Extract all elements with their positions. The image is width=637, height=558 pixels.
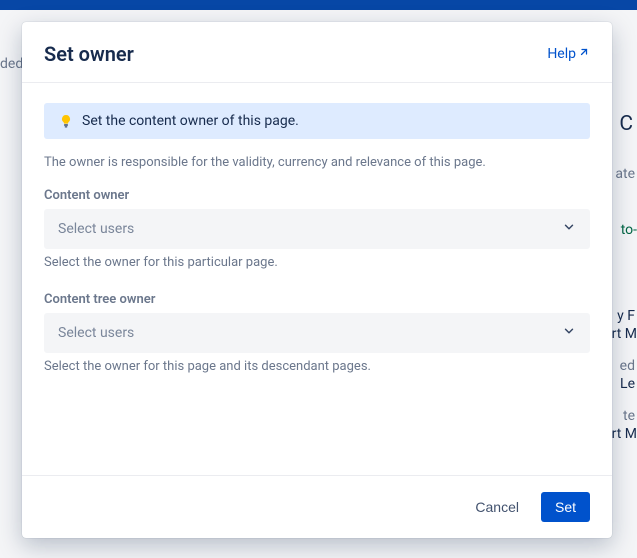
content-owner-help: Select the owner for this particular pag… — [44, 255, 590, 270]
app-top-bar — [0, 0, 637, 10]
bg-text: te — [623, 408, 635, 424]
chevron-down-icon — [562, 220, 576, 238]
modal-body: Set the content owner of this page. The … — [22, 83, 612, 475]
chevron-down-icon — [562, 324, 576, 342]
modal-description: The owner is responsible for the validit… — [44, 155, 590, 170]
set-owner-modal: Set owner Help Set the content owner of … — [22, 22, 612, 538]
bg-text: C — [619, 112, 633, 136]
modal-title: Set owner — [44, 42, 134, 66]
content-owner-select[interactable]: Select users — [44, 209, 590, 249]
content-tree-owner-field: Content tree owner Select users Select t… — [44, 292, 590, 374]
bg-text: to- — [621, 222, 637, 238]
content-tree-owner-help: Select the owner for this page and its d… — [44, 359, 590, 374]
lightbulb-icon — [58, 113, 74, 129]
modal-header: Set owner Help — [22, 22, 612, 83]
bg-text: y F — [617, 308, 635, 324]
bg-text: rt M — [612, 426, 637, 442]
external-link-icon — [578, 46, 590, 62]
select-placeholder: Select users — [58, 325, 134, 341]
help-link[interactable]: Help — [547, 46, 590, 62]
bg-text: ed — [620, 358, 635, 374]
bg-text: ded — [0, 56, 23, 72]
content-owner-label: Content owner — [44, 188, 590, 203]
modal-footer: Cancel Set — [22, 475, 612, 538]
info-callout: Set the content owner of this page. — [44, 103, 590, 139]
content-owner-field: Content owner Select users Select the ow… — [44, 188, 590, 270]
content-tree-owner-label: Content tree owner — [44, 292, 590, 307]
help-link-label: Help — [547, 46, 576, 62]
set-button[interactable]: Set — [541, 492, 590, 522]
callout-text: Set the content owner of this page. — [82, 113, 299, 129]
content-tree-owner-select[interactable]: Select users — [44, 313, 590, 353]
cancel-button[interactable]: Cancel — [461, 492, 533, 522]
bg-text: ate — [615, 166, 635, 182]
select-placeholder: Select users — [58, 221, 134, 237]
bg-text: rt M — [612, 326, 637, 342]
bg-text: Le — [620, 376, 635, 392]
